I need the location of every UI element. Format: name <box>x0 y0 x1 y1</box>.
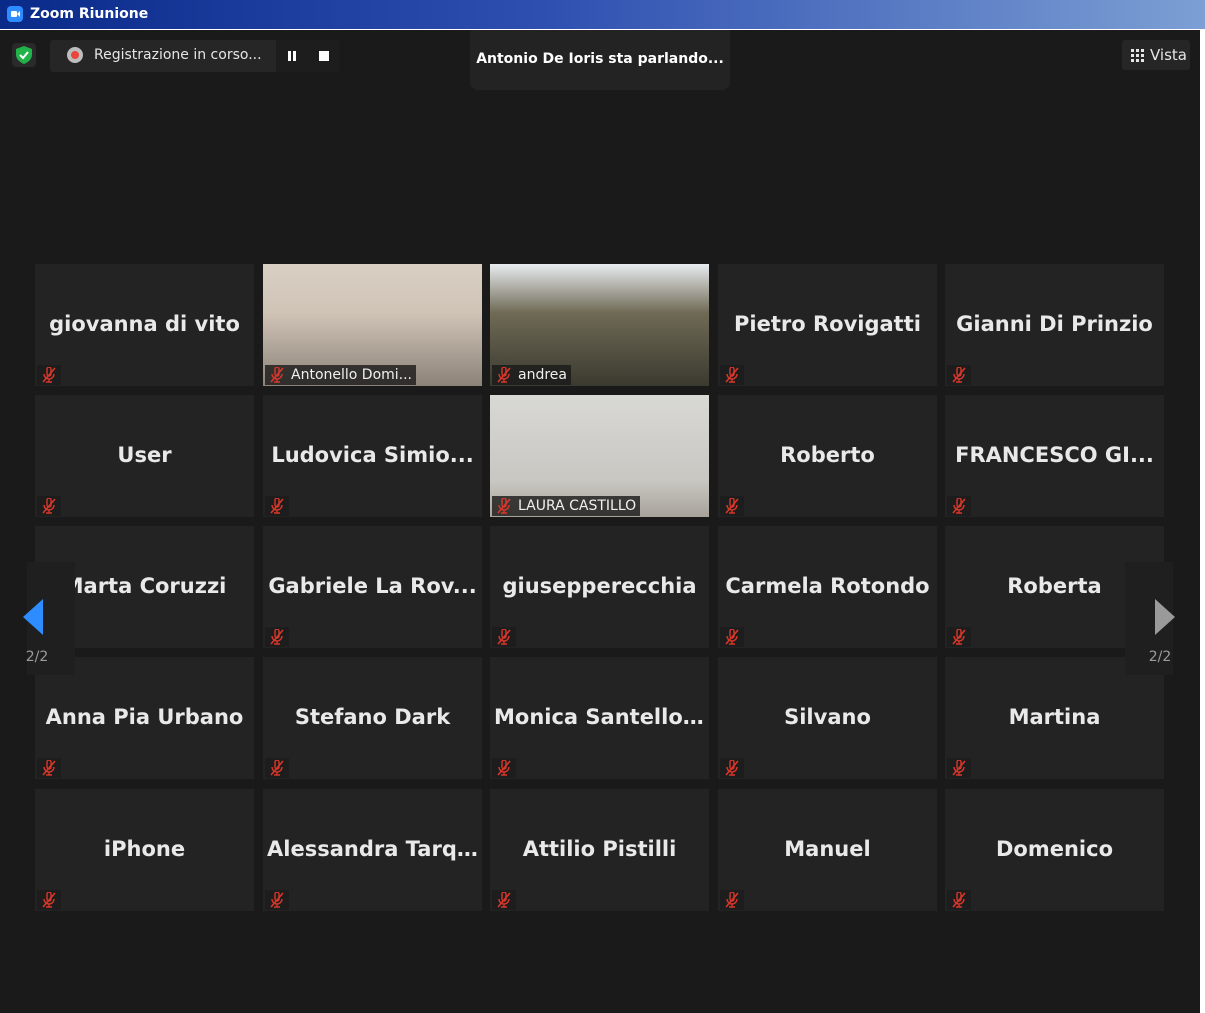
participant-tile[interactable]: Silvano <box>718 657 937 779</box>
muted-mic-icon <box>37 365 61 385</box>
participant-name: Gabriele La Rov... <box>268 574 477 598</box>
participant-name: LAURA CASTILLO <box>518 498 637 514</box>
zoom-logo-icon <box>7 6 23 22</box>
participant-video-label: LAURA CASTILLO <box>492 496 641 516</box>
participant-video-label: andrea <box>492 365 571 385</box>
window-title: Zoom Riunione <box>30 6 149 22</box>
muted-mic-icon <box>265 758 289 778</box>
recording-dot-icon <box>67 47 83 63</box>
participant-name: Monica Santello... <box>494 705 705 729</box>
right-arrow-icon <box>1155 599 1175 635</box>
view-button[interactable]: Vista <box>1122 40 1190 70</box>
participant-name: iPhone <box>103 837 186 861</box>
participant-tile[interactable]: Gianni Di Prinzio <box>945 264 1164 386</box>
participant-name: Pietro Rovigatti <box>734 312 921 336</box>
muted-mic-icon <box>947 627 971 647</box>
title-bar: Zoom Riunione <box>0 0 1205 29</box>
participant-name: giusepperecchia <box>502 574 697 598</box>
view-label: Vista <box>1150 46 1187 64</box>
window-edge <box>1200 30 1205 1013</box>
muted-mic-icon <box>720 496 744 516</box>
muted-mic-icon <box>492 627 516 647</box>
muted-mic-icon <box>37 890 61 910</box>
participant-name: FRANCESCO GI... <box>955 443 1154 467</box>
participant-tile[interactable]: Carmela Rotondo <box>718 526 937 648</box>
recording-indicator: Registrazione in corso... <box>50 40 339 72</box>
participant-tile[interactable]: Martina <box>945 657 1164 779</box>
participant-name: Martina <box>1008 705 1101 729</box>
muted-mic-icon <box>37 496 61 516</box>
active-speaker-text: Antonio De Ioris sta parlando... <box>476 51 724 67</box>
muted-mic-icon <box>720 890 744 910</box>
page-indicator-left: 2/2 <box>25 649 49 665</box>
muted-mic-icon <box>265 627 289 647</box>
participant-tile[interactable]: giusepperecchia <box>490 526 709 648</box>
muted-mic-icon <box>720 365 744 385</box>
grid-view-icon <box>1131 49 1144 62</box>
pause-recording-button[interactable] <box>276 40 308 72</box>
participant-tile[interactable]: User <box>35 395 254 517</box>
participant-tile[interactable]: Domenico <box>945 789 1164 911</box>
page-indicator-right: 2/2 <box>1148 649 1172 665</box>
participant-tile[interactable]: Attilio Pistilli <box>490 789 709 911</box>
participant-tile[interactable]: Ludovica Simio... <box>263 395 482 517</box>
muted-mic-icon <box>947 890 971 910</box>
participant-name: Ludovica Simio... <box>271 443 474 467</box>
muted-mic-icon <box>492 890 516 910</box>
participant-tile[interactable]: Monica Santello... <box>490 657 709 779</box>
participant-name: giovanna di vito <box>49 312 240 336</box>
encryption-shield-icon[interactable] <box>12 43 36 67</box>
participant-name: User <box>117 443 172 467</box>
participant-tile[interactable]: Stefano Dark <box>263 657 482 779</box>
participant-name: andrea <box>518 367 567 383</box>
participant-name: Manuel <box>784 837 871 861</box>
participant-name: Domenico <box>995 837 1113 861</box>
muted-mic-icon <box>947 365 971 385</box>
muted-mic-icon <box>947 496 971 516</box>
muted-mic-icon <box>720 627 744 647</box>
muted-mic-icon <box>37 758 61 778</box>
participant-tile[interactable]: giovanna di vito <box>35 264 254 386</box>
muted-mic-icon <box>265 496 289 516</box>
participant-tile[interactable]: Antonello Domi... <box>263 264 482 386</box>
participant-tile[interactable]: iPhone <box>35 789 254 911</box>
muted-mic-icon <box>720 758 744 778</box>
participant-tile[interactable]: Anna Pia Urbano <box>35 657 254 779</box>
left-arrow-icon <box>23 599 43 635</box>
active-speaker-banner: Antonio De Ioris sta parlando... <box>470 30 730 90</box>
participant-name: Anna Pia Urbano <box>45 705 244 729</box>
participant-tile[interactable]: FRANCESCO GI... <box>945 395 1164 517</box>
participant-name: Stefano Dark <box>294 705 451 729</box>
participant-tile[interactable]: Pietro Rovigatti <box>718 264 937 386</box>
next-page-button[interactable]: 2/2 <box>1125 562 1175 675</box>
participant-tile[interactable]: Gabriele La Rov... <box>263 526 482 648</box>
muted-mic-icon <box>492 758 516 778</box>
participant-tile[interactable]: andrea <box>490 264 709 386</box>
muted-mic-icon <box>265 890 289 910</box>
participant-tile[interactable]: Roberto <box>718 395 937 517</box>
muted-mic-icon <box>947 758 971 778</box>
recording-status-text: Registrazione in corso... <box>94 47 262 63</box>
meeting-area: Registrazione in corso... Antonio De Ior… <box>0 30 1200 1013</box>
stop-recording-button[interactable] <box>308 40 339 72</box>
participant-name: Gianni Di Prinzio <box>956 312 1153 336</box>
participant-tile[interactable]: LAURA CASTILLO <box>490 395 709 517</box>
participant-tile[interactable]: Alessandra Tarq... <box>263 789 482 911</box>
participant-name: Silvano <box>784 705 871 729</box>
participant-name: Antonello Domi... <box>291 367 413 383</box>
participant-name: Carmela Rotondo <box>725 574 930 598</box>
participant-video-label: Antonello Domi... <box>265 365 417 385</box>
participant-tile[interactable]: Manuel <box>718 789 937 911</box>
participant-name: Alessandra Tarq... <box>267 837 478 861</box>
previous-page-button[interactable]: 2/2 <box>23 562 75 675</box>
participant-name: Attilio Pistilli <box>522 837 677 861</box>
participant-name: Roberto <box>780 443 875 467</box>
